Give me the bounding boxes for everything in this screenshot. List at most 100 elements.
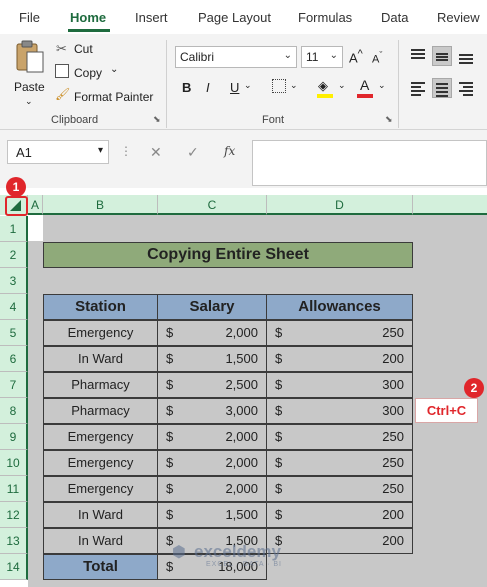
salary-cell[interactable]: $2,000: [157, 450, 267, 476]
row-header-2[interactable]: 2: [0, 242, 28, 268]
align-left-icon[interactable]: [408, 78, 428, 98]
salary-cell[interactable]: $1,500: [157, 346, 267, 372]
increase-font-icon[interactable]: A^: [349, 48, 363, 65]
allowance-cell[interactable]: $250: [266, 450, 413, 476]
formula-input[interactable]: [252, 140, 487, 186]
station-cell[interactable]: Emergency: [43, 424, 158, 450]
column-header-d[interactable]: D: [267, 195, 413, 215]
cut-button[interactable]: Cut: [74, 42, 93, 56]
allowance-value: 250: [382, 429, 404, 444]
station-cell[interactable]: Emergency: [43, 476, 158, 502]
cancel-icon[interactable]: ✕: [150, 144, 162, 161]
name-box[interactable]: A1 ▾: [7, 140, 109, 164]
allowance-cell[interactable]: $250: [266, 476, 413, 502]
station-cell[interactable]: Pharmacy: [43, 398, 158, 424]
tab-file[interactable]: File: [19, 10, 40, 25]
fill-dropdown-icon[interactable]: ⌄: [338, 80, 346, 91]
row-header-5[interactable]: 5: [0, 320, 28, 346]
align-center-icon[interactable]: [432, 78, 452, 98]
paste-button[interactable]: Paste ⌄: [14, 40, 48, 107]
currency-symbol: $: [166, 325, 174, 340]
allowance-cell[interactable]: $200: [266, 346, 413, 372]
tab-review[interactable]: Review: [437, 10, 480, 25]
active-cell-a1[interactable]: [28, 215, 43, 241]
allowance-cell[interactable]: $250: [266, 320, 413, 346]
decrease-font-icon[interactable]: Aˇ: [372, 50, 382, 66]
format-painter-icon: 🖌: [55, 87, 71, 101]
font-name-select[interactable]: Calibri ⌄: [175, 46, 297, 68]
borders-dropdown-icon[interactable]: ⌄: [290, 80, 298, 91]
copy-dropdown-icon[interactable]: ⌄: [110, 64, 118, 75]
format-painter-button[interactable]: Format Painter: [74, 90, 153, 104]
allowance-cell[interactable]: $200: [266, 502, 413, 528]
row-header-4[interactable]: 4: [0, 294, 28, 320]
tab-page-layout[interactable]: Page Layout: [198, 10, 271, 25]
row-header-9[interactable]: 9: [0, 424, 28, 450]
allowance-cell[interactable]: $300: [266, 398, 413, 424]
station-cell[interactable]: In Ward: [43, 528, 158, 554]
total-label[interactable]: Total: [43, 554, 158, 580]
font-size-select[interactable]: 11 ⌄: [301, 46, 343, 68]
align-top-icon[interactable]: [408, 46, 428, 66]
italic-button[interactable]: I: [206, 80, 210, 95]
header-station[interactable]: Station: [43, 294, 158, 320]
salary-cell[interactable]: $2,000: [157, 320, 267, 346]
align-middle-icon[interactable]: [432, 46, 452, 66]
paste-label: Paste: [14, 80, 45, 94]
column-header-a[interactable]: A: [28, 195, 43, 215]
row-header-1[interactable]: 1: [0, 216, 28, 242]
salary-cell[interactable]: $3,000: [157, 398, 267, 424]
font-launcher-icon[interactable]: ⬊: [385, 114, 393, 125]
station-cell[interactable]: In Ward: [43, 346, 158, 372]
allowance-cell[interactable]: $300: [266, 372, 413, 398]
tab-insert[interactable]: Insert: [135, 10, 168, 25]
column-header-e[interactable]: [413, 195, 487, 215]
enter-icon[interactable]: ✓: [187, 144, 199, 161]
currency-symbol: $: [275, 507, 283, 522]
tab-formulas[interactable]: Formulas: [298, 10, 352, 25]
tab-home[interactable]: Home: [70, 10, 106, 25]
clipboard-launcher-icon[interactable]: ⬊: [153, 114, 161, 125]
copy-button[interactable]: Copy: [74, 66, 102, 80]
tab-data[interactable]: Data: [381, 10, 408, 25]
salary-value: 1,500: [225, 351, 258, 366]
align-right-icon[interactable]: [456, 78, 476, 98]
salary-cell[interactable]: $1,500: [157, 502, 267, 528]
header-allowances[interactable]: Allowances: [266, 294, 413, 320]
column-header-c[interactable]: C: [158, 195, 267, 215]
column-header-b[interactable]: B: [43, 195, 158, 215]
salary-value: 2,000: [225, 325, 258, 340]
station-cell[interactable]: Emergency: [43, 450, 158, 476]
insert-function-button[interactable]: fx: [224, 144, 235, 158]
font-name-value: Calibri: [180, 50, 215, 64]
table-row: In Ward $1,500 $200: [43, 502, 413, 528]
borders-icon[interactable]: [272, 79, 286, 93]
salary-cell[interactable]: $2,000: [157, 476, 267, 502]
table-header-row: Station Salary Allowances: [43, 294, 413, 320]
row-header-7[interactable]: 7: [0, 372, 28, 398]
row-header-12[interactable]: 12: [0, 502, 28, 528]
row-header-13[interactable]: 13: [0, 528, 28, 554]
station-cell[interactable]: Emergency: [43, 320, 158, 346]
font-color-dropdown-icon[interactable]: ⌄: [378, 80, 386, 91]
row-header-3[interactable]: 3: [0, 268, 28, 294]
station-cell[interactable]: Pharmacy: [43, 372, 158, 398]
allowance-cell[interactable]: $250: [266, 424, 413, 450]
header-salary[interactable]: Salary: [157, 294, 267, 320]
align-bottom-icon[interactable]: [456, 46, 476, 66]
salary-cell[interactable]: $2,500: [157, 372, 267, 398]
salary-cell[interactable]: $2,000: [157, 424, 267, 450]
row-header-10[interactable]: 10: [0, 450, 28, 476]
row-header-6[interactable]: 6: [0, 346, 28, 372]
bold-button[interactable]: B: [182, 80, 191, 95]
underline-dropdown-icon[interactable]: ⌄: [244, 80, 252, 91]
fill-color-icon[interactable]: ◈: [318, 78, 328, 94]
row-header-8[interactable]: 8: [0, 398, 28, 424]
row-header-11[interactable]: 11: [0, 476, 28, 502]
paste-dropdown-icon[interactable]: ⌄: [25, 96, 33, 107]
underline-button[interactable]: U: [230, 80, 239, 95]
sheet-title[interactable]: Copying Entire Sheet: [43, 242, 413, 268]
row-header-14[interactable]: 14: [0, 554, 28, 580]
font-color-button[interactable]: A: [360, 77, 369, 93]
station-cell[interactable]: In Ward: [43, 502, 158, 528]
